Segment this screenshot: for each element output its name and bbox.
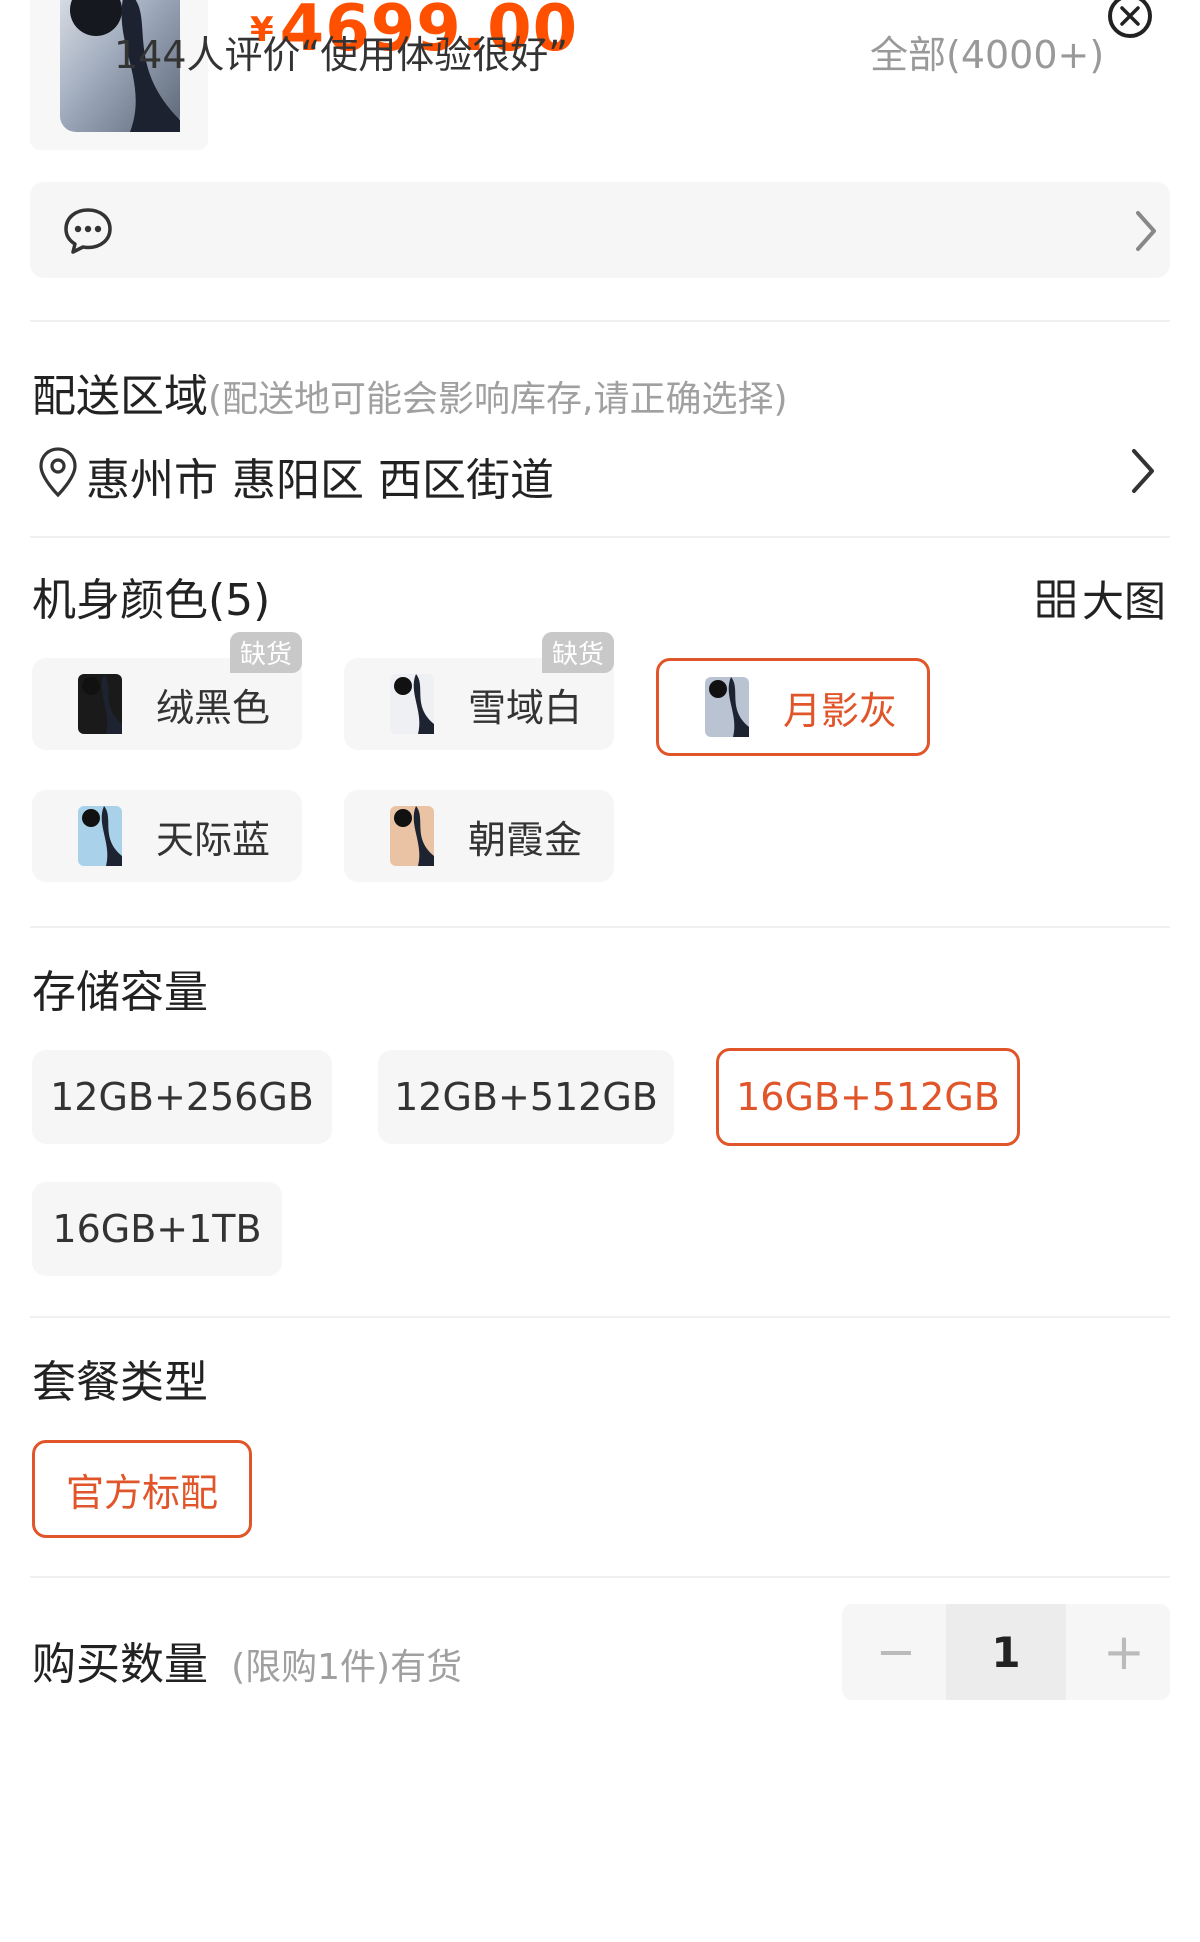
color-option-label: 雪域白: [468, 685, 583, 730]
phone-thumbnail-icon: [390, 674, 434, 734]
color-option-label: 天际蓝: [156, 817, 271, 862]
all-reviews-link[interactable]: 全部(4000+): [870, 24, 1104, 79]
color-option-gold[interactable]: 朝霞金: [344, 790, 614, 882]
quantity-increase-button[interactable]: +: [1076, 1604, 1172, 1700]
quantity-title: 购买数量: [32, 1639, 208, 1690]
chevron-right-icon: [1134, 210, 1158, 256]
phone-thumbnail-icon: [705, 677, 749, 737]
delivery-title: 配送区域: [32, 371, 208, 422]
address-chevron-right-icon[interactable]: [1130, 448, 1156, 498]
quantity-decrease-button[interactable]: −: [848, 1604, 944, 1700]
color-option-label: 月影灰: [783, 688, 898, 733]
phone-thumbnail-icon: [78, 674, 122, 734]
storage-section-title: 存储容量: [32, 967, 208, 1018]
quantity-value[interactable]: 1: [946, 1604, 1066, 1700]
storage-option-label: 12GB+256GB: [50, 1075, 314, 1119]
delivery-section-header: 配送区域(配送地可能会影响库存,请正确选择): [32, 360, 788, 424]
divider: [30, 1576, 1170, 1578]
storage-option-label: 12GB+512GB: [394, 1075, 658, 1119]
grid-icon: [1037, 580, 1075, 617]
color-option-label: 朝霞金: [468, 817, 583, 862]
close-button[interactable]: [1108, 0, 1152, 38]
close-icon: [1120, 6, 1140, 26]
divider: [30, 320, 1170, 322]
view-large-image-button[interactable]: 大图: [1036, 568, 1166, 629]
review-summary-text: 144人评价“使用体验很好”: [114, 33, 568, 77]
storage-option-label: 16GB+512GB: [736, 1075, 1000, 1119]
out-of-stock-badge: 缺货: [542, 632, 615, 673]
quantity-section-header: 购买数量 (限购1件)有货: [32, 1628, 462, 1692]
divider: [30, 926, 1170, 928]
delivery-hint: (配送地可能会影响库存,请正确选择): [208, 379, 788, 420]
storage-option-label: 16GB+1TB: [52, 1207, 262, 1251]
phone-thumbnail-icon: [78, 806, 122, 866]
color-option-gray[interactable]: 月影灰: [656, 658, 930, 756]
storage-option-16-1tb[interactable]: 16GB+1TB: [32, 1182, 282, 1276]
chat-bubble-icon: [62, 206, 114, 260]
color-option-blue[interactable]: 天际蓝: [32, 790, 302, 882]
phone-thumbnail-icon: [390, 806, 434, 866]
storage-option-12-512[interactable]: 12GB+512GB: [378, 1050, 674, 1144]
storage-option-16-512[interactable]: 16GB+512GB: [716, 1048, 1020, 1146]
quantity-hint: (限购1件)有货: [231, 1647, 463, 1688]
package-section-title: 套餐类型: [32, 1357, 208, 1408]
divider: [30, 536, 1170, 538]
location-pin-icon: [38, 446, 78, 502]
color-option-label: 绒黑色: [156, 685, 271, 730]
divider: [30, 1316, 1170, 1318]
color-section-title: 机身颜色(5): [32, 575, 271, 626]
view-large-label: 大图: [1082, 577, 1167, 626]
package-option-label: 官方标配: [65, 1470, 218, 1515]
storage-option-12-256[interactable]: 12GB+256GB: [32, 1050, 332, 1144]
delivery-address[interactable]: 惠州市 惠阳区 西区街道: [86, 444, 554, 508]
review-summary-bar[interactable]: [30, 182, 1170, 278]
out-of-stock-badge: 缺货: [230, 632, 303, 673]
package-option-official[interactable]: 官方标配: [32, 1440, 252, 1538]
